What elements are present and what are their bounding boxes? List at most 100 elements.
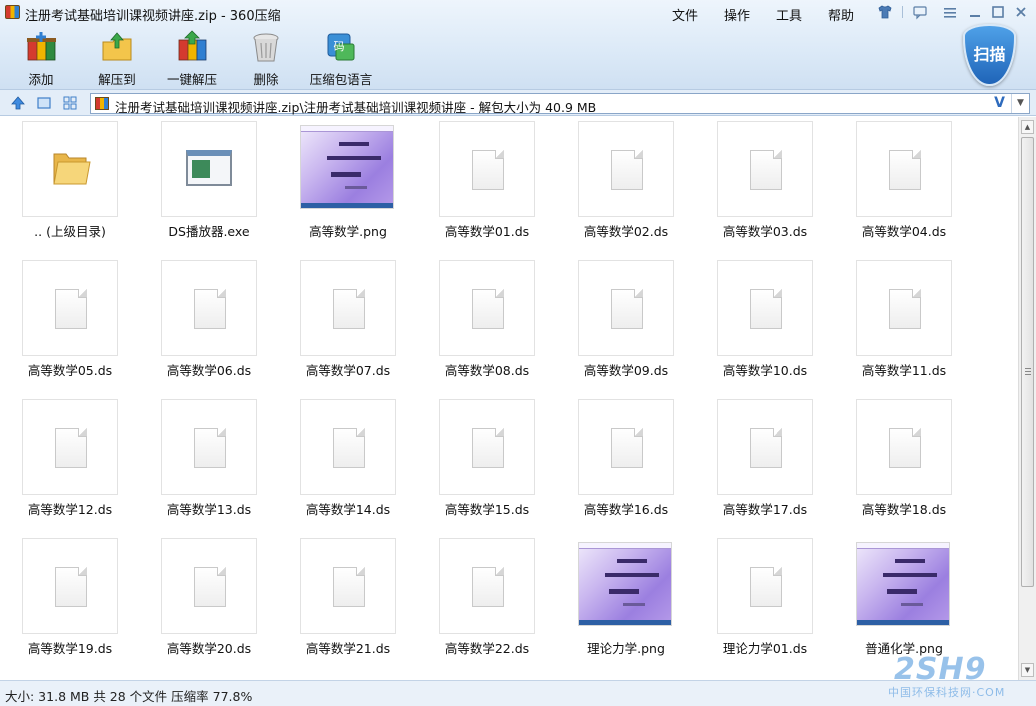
scroll-grip-icon — [1025, 368, 1031, 375]
file-item[interactable]: 高等数学02.ds — [576, 117, 696, 243]
file-thumbnail[interactable] — [439, 538, 535, 634]
file-item[interactable]: 理论力学01.ds — [715, 534, 835, 660]
file-thumbnail[interactable] — [717, 399, 813, 495]
extract-to-icon — [100, 30, 134, 64]
archive-language-icon: 码 — [324, 30, 358, 64]
address-bar[interactable]: 注册考试基础培训课视频讲座.zip\注册考试基础培训课视频讲座 - 解包大小为 … — [90, 93, 1030, 115]
file-item[interactable]: 高等数学06.ds — [159, 256, 279, 382]
address-dropdown-icon[interactable]: ▼ — [1011, 94, 1029, 113]
toolbar-label-add: 添加 — [28, 72, 54, 87]
file-thumbnail[interactable] — [161, 399, 257, 495]
one-click-extract-button[interactable]: 一键解压 — [163, 30, 221, 87]
scrollbar-thumb[interactable] — [1021, 137, 1034, 587]
file-item[interactable]: .. (上级目录) — [20, 117, 140, 243]
file-item[interactable]: 高等数学21.ds — [298, 534, 418, 660]
file-item[interactable]: 高等数学09.ds — [576, 256, 696, 382]
file-item[interactable]: 理论力学.png — [576, 534, 696, 660]
vertical-scrollbar[interactable]: ▲ ▼ — [1018, 117, 1036, 680]
file-item[interactable]: 普通化学.png — [854, 534, 974, 660]
file-thumbnail[interactable] — [161, 260, 257, 356]
file-name: 高等数学17.ds — [722, 502, 808, 517]
file-thumbnail[interactable] — [439, 399, 535, 495]
image-preview — [300, 125, 394, 209]
file-item[interactable]: 高等数学22.ds — [437, 534, 557, 660]
file-item[interactable]: 高等数学10.ds — [715, 256, 835, 382]
file-item[interactable]: 高等数学12.ds — [20, 395, 140, 521]
file-thumbnail[interactable] — [300, 260, 396, 356]
file-thumbnail[interactable] — [717, 121, 813, 217]
file-thumbnail[interactable] — [22, 399, 118, 495]
file-thumbnail[interactable] — [439, 260, 535, 356]
file-thumbnail[interactable] — [578, 538, 674, 634]
document-fold-icon — [356, 289, 365, 298]
app-logo-icon — [5, 5, 20, 19]
menu-tools[interactable]: 工具 — [776, 5, 802, 24]
file-item[interactable]: 高等数学08.ds — [437, 256, 557, 382]
image-preview — [578, 542, 672, 626]
file-item[interactable]: 高等数学18.ds — [854, 395, 974, 521]
scan-button[interactable]: 扫描 — [963, 24, 1016, 86]
file-item[interactable]: 高等数学03.ds — [715, 117, 835, 243]
shirt-icon[interactable] — [877, 4, 893, 20]
file-item[interactable]: 高等数学.png — [298, 117, 418, 243]
extract-to-button[interactable]: 解压到 — [92, 30, 142, 87]
file-item[interactable]: 高等数学15.ds — [437, 395, 557, 521]
file-name: 理论力学.png — [587, 641, 665, 656]
file-thumbnail[interactable] — [717, 538, 813, 634]
document-fold-icon — [495, 428, 504, 437]
file-thumbnail[interactable] — [578, 399, 674, 495]
up-arrow-icon[interactable] — [10, 95, 26, 111]
menu-help[interactable]: 帮助 — [828, 5, 854, 24]
minimize-icon[interactable] — [967, 4, 983, 20]
file-item[interactable]: 高等数学14.ds — [298, 395, 418, 521]
trash-icon — [249, 30, 283, 64]
menu-icon[interactable] — [942, 4, 958, 20]
file-item[interactable]: 高等数学19.ds — [20, 534, 140, 660]
file-item[interactable]: 高等数学07.ds — [298, 256, 418, 382]
file-item[interactable]: 高等数学13.ds — [159, 395, 279, 521]
document-fold-icon — [495, 289, 504, 298]
add-button[interactable]: 添加 — [16, 30, 66, 87]
file-thumbnail[interactable] — [717, 260, 813, 356]
file-item[interactable]: 高等数学05.ds — [20, 256, 140, 382]
document-fold-icon — [356, 428, 365, 437]
file-thumbnail[interactable] — [856, 399, 952, 495]
file-thumbnail[interactable] — [578, 260, 674, 356]
file-thumbnail[interactable] — [439, 121, 535, 217]
window-title: 注册考试基础培训课视频讲座.zip - 360压缩 — [25, 9, 281, 24]
window-chrome: 注册考试基础培训课视频讲座.zip - 360压缩 文件 操作 工具 帮助 添加… — [0, 0, 1036, 90]
address-path: 注册考试基础培训课视频讲座.zip\注册考试基础培训课视频讲座 - 解包大小为 … — [115, 100, 597, 115]
menu-operation[interactable]: 操作 — [724, 5, 750, 24]
archive-language-button[interactable]: 码 压缩包语言 — [306, 30, 376, 87]
file-item[interactable]: 高等数学01.ds — [437, 117, 557, 243]
go-button[interactable]: V — [994, 95, 1005, 111]
file-thumbnail[interactable] — [300, 121, 396, 217]
file-thumbnail[interactable] — [161, 538, 257, 634]
scroll-up-icon[interactable]: ▲ — [1021, 120, 1034, 134]
file-thumbnail[interactable] — [578, 121, 674, 217]
menu-file[interactable]: 文件 — [672, 5, 698, 24]
feedback-icon[interactable] — [912, 4, 928, 20]
file-thumbnail[interactable] — [856, 260, 952, 356]
file-item[interactable]: 高等数学11.ds — [854, 256, 974, 382]
file-item[interactable]: 高等数学16.ds — [576, 395, 696, 521]
file-item[interactable]: 高等数学20.ds — [159, 534, 279, 660]
maximize-icon[interactable] — [990, 4, 1006, 20]
file-thumbnail[interactable] — [22, 260, 118, 356]
file-thumbnail[interactable] — [22, 121, 118, 217]
file-thumbnail[interactable] — [856, 121, 952, 217]
file-item[interactable]: 高等数学17.ds — [715, 395, 835, 521]
file-thumbnail[interactable] — [161, 121, 257, 217]
file-thumbnail[interactable] — [300, 538, 396, 634]
file-thumbnail[interactable] — [856, 538, 952, 634]
file-item[interactable]: 高等数学04.ds — [854, 117, 974, 243]
document-fold-icon — [634, 150, 643, 159]
file-thumbnail[interactable] — [300, 399, 396, 495]
close-icon[interactable] — [1013, 4, 1029, 20]
document-fold-icon — [495, 567, 504, 576]
file-item[interactable]: DS播放器.exe — [159, 117, 279, 243]
file-thumbnail[interactable] — [22, 538, 118, 634]
large-icon-view-icon[interactable] — [36, 95, 52, 111]
grid-view-icon[interactable] — [62, 95, 78, 111]
delete-button[interactable]: 删除 — [244, 30, 288, 87]
